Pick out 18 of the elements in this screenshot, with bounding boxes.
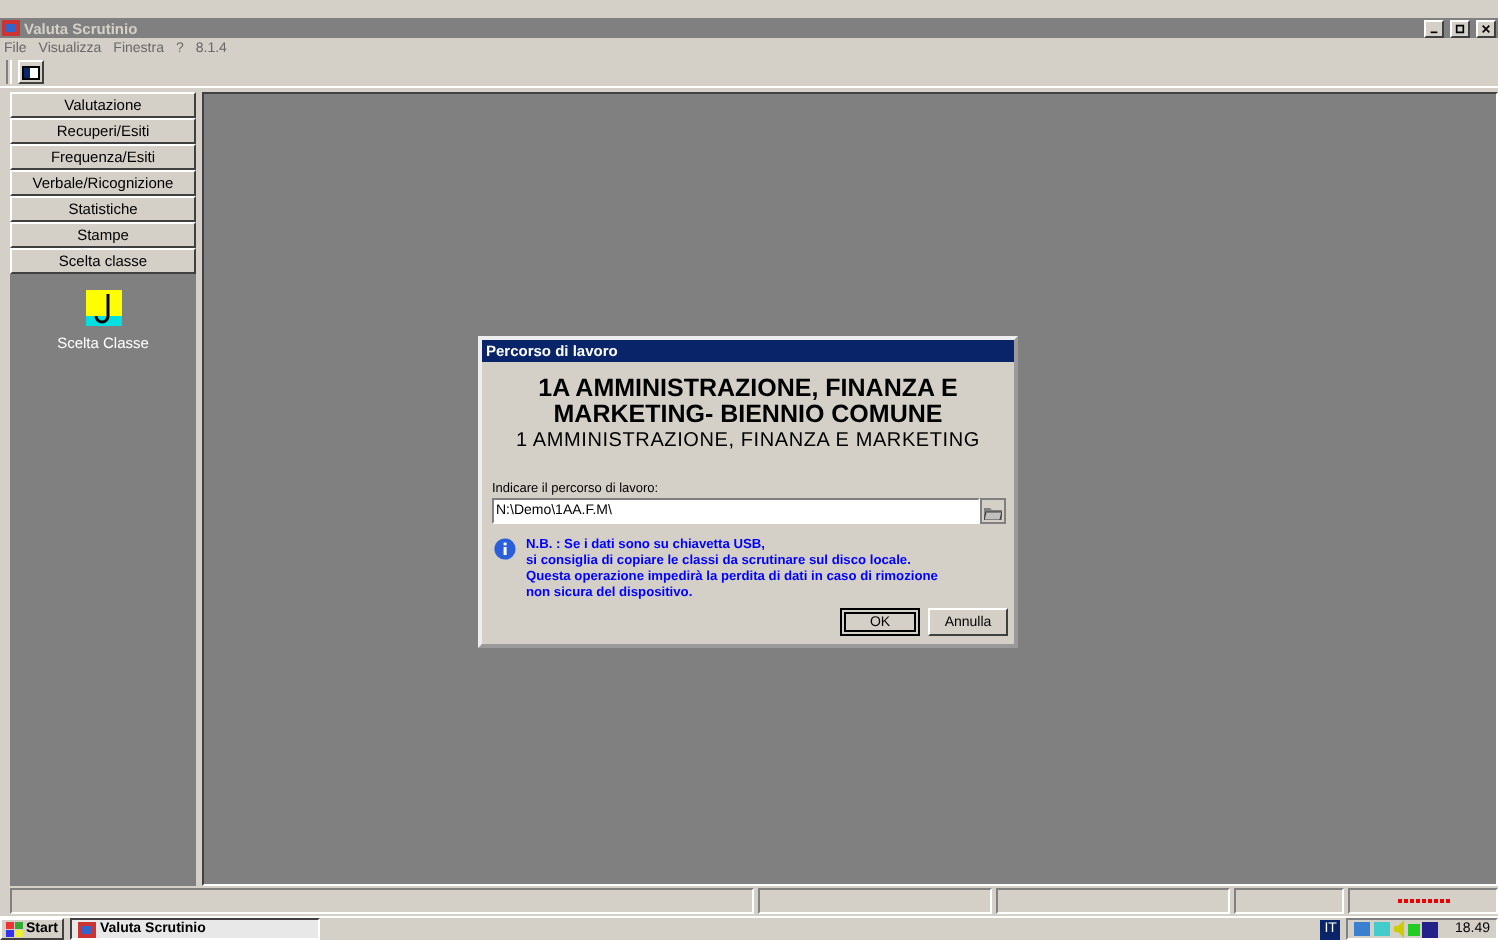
close-button[interactable] bbox=[1476, 19, 1496, 37]
windows-logo-icon bbox=[6, 921, 24, 937]
info-icon bbox=[494, 538, 516, 560]
hook-icon[interactable] bbox=[85, 290, 121, 326]
class-heading: 1A AMMINISTRAZIONE, FINANZA E bbox=[536, 376, 960, 402]
folder-icon bbox=[984, 503, 1002, 519]
tray-icons-drawing[interactable] bbox=[1354, 920, 1439, 938]
app-icon bbox=[77, 921, 96, 937]
app-icon bbox=[2, 20, 20, 36]
minimize-button[interactable] bbox=[1424, 19, 1444, 37]
close-icon bbox=[1480, 23, 1492, 33]
browse-button[interactable] bbox=[980, 498, 1006, 524]
restore-button[interactable] bbox=[1450, 19, 1470, 37]
restore-icon bbox=[1454, 23, 1466, 33]
progress-icon bbox=[1397, 898, 1449, 904]
class-heading: MARKETING- BIENNIO COMUNE bbox=[551, 402, 945, 428]
class-subheading: 1 AMMINISTRAZIONE, FINANZA E MARKETING bbox=[514, 430, 982, 452]
layout-toolbar-button[interactable] bbox=[18, 60, 44, 84]
